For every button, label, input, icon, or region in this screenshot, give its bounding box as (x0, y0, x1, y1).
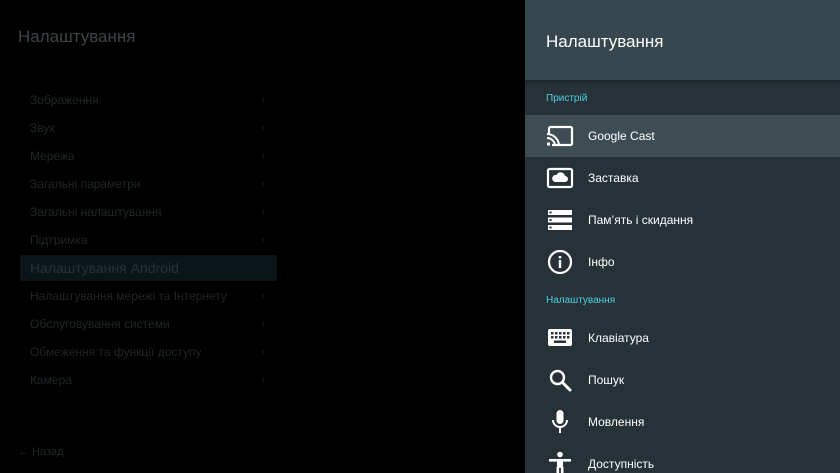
accessibility-icon (546, 450, 574, 473)
menu-item-label: Мовлення (588, 415, 645, 429)
panel-header: Налаштування (525, 0, 840, 80)
menu-item-label: Інфо (588, 255, 615, 269)
background-menu-item: Підтримка › (30, 233, 265, 247)
storage-icon (546, 206, 574, 234)
menu-item-label: Доступність (588, 457, 655, 471)
background-menu-item: Загальні параметри › (30, 177, 265, 191)
menu-item-info[interactable]: Інфо (525, 241, 840, 283)
chevron-right-icon: › (261, 374, 265, 386)
menu-item-keyboard[interactable]: Клавіатура (525, 317, 840, 359)
background-menu-item: Зображення › (30, 93, 265, 107)
chevron-right-icon: › (261, 150, 265, 162)
section-label-device: Пристрій (546, 93, 588, 104)
cast-icon (546, 122, 574, 150)
background-menu-item: Камера › (30, 373, 265, 387)
panel-title: Налаштування (546, 32, 664, 51)
background-menu-item: Загальні налаштування › (30, 205, 265, 219)
menu-item-screensaver[interactable]: Заставка (525, 157, 840, 199)
settings-panel: Налаштування Пристрій Google Cast Застав… (525, 0, 840, 473)
menu-item-label: Пам’ять і скидання (588, 213, 694, 227)
background-menu-item: Звук › (30, 121, 265, 135)
chevron-right-icon: › (261, 94, 265, 106)
microphone-icon (546, 408, 574, 436)
search-icon (546, 366, 574, 394)
chevron-right-icon: › (261, 122, 265, 134)
menu-item-label: Заставка (588, 171, 639, 185)
info-icon (546, 248, 574, 276)
menu-item-google-cast[interactable]: Google Cast (525, 115, 840, 157)
background-settings-screen: Налаштування Зображення › Звук › Мережа › З… (0, 0, 525, 473)
background-back-hint: ← Назад (18, 446, 64, 458)
chevron-right-icon: › (261, 346, 265, 358)
chevron-right-icon: › (261, 206, 265, 218)
background-menu-item-selected: Налаштування Android (20, 255, 277, 281)
background-menu-item: Мережа › (30, 149, 265, 163)
background-menu-item: Налаштування мережі та Інтернету › (30, 289, 265, 303)
chevron-right-icon: › (261, 234, 265, 246)
section-label-settings: Налаштування (546, 294, 616, 306)
chevron-right-icon: › (261, 290, 265, 302)
chevron-right-icon: › (261, 178, 265, 190)
screensaver-icon (546, 164, 574, 192)
menu-item-storage-reset[interactable]: Пам’ять і скидання (525, 199, 840, 241)
background-menu-item: Обмеження та функції доступу › (30, 345, 265, 359)
menu-item-search[interactable]: Пошук (525, 359, 840, 401)
keyboard-icon (546, 324, 574, 352)
menu-item-speech[interactable]: Мовлення (525, 401, 840, 443)
background-menu-list: Зображення › Звук › Мережа › Загальні парам… (20, 86, 277, 394)
menu-item-label: Клавіатура (588, 331, 649, 345)
menu-item-label: Google Cast (588, 129, 655, 143)
menu-item-label: Пошук (588, 373, 625, 387)
chevron-right-icon: › (261, 318, 265, 330)
background-title: Налаштування (18, 27, 136, 46)
background-menu-item: Обслуговування системи › (30, 317, 265, 331)
menu-item-accessibility[interactable]: Доступність (525, 443, 840, 473)
